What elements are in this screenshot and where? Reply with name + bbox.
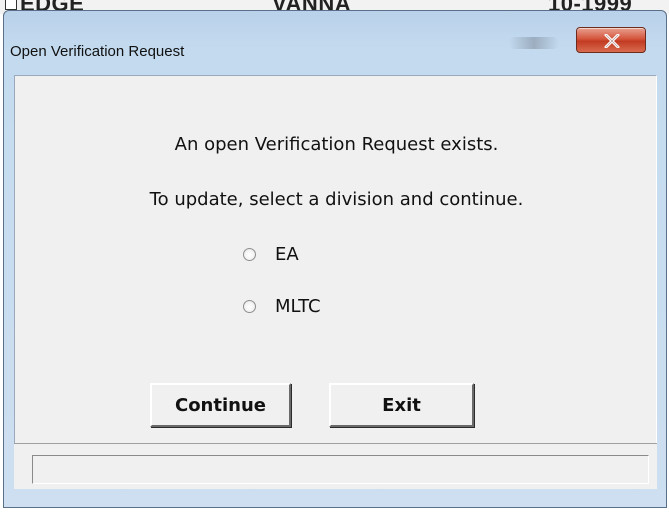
row-checkbox-icon: [5, 0, 17, 10]
exit-button[interactable]: Exit: [329, 383, 474, 427]
message-line-1: An open Verification Request exists.: [174, 134, 499, 155]
status-bar: [14, 443, 657, 489]
radio-label-ea[interactable]: EA: [275, 244, 299, 265]
radio-mltc[interactable]: [243, 299, 256, 313]
close-icon: [604, 34, 620, 48]
continue-button[interactable]: Continue: [150, 383, 291, 427]
division-option-ea[interactable]: EA: [243, 242, 299, 266]
division-option-mltc[interactable]: MLTC: [243, 294, 321, 318]
title-bar-blur: [509, 37, 559, 49]
message-line-2: To update, select a division and continu…: [149, 189, 524, 210]
background-bottom: [0, 508, 669, 518]
dialog-window: Open Verification Request An open Verifi…: [3, 10, 667, 508]
radio-label-mltc[interactable]: MLTC: [275, 296, 321, 317]
dialog-body: An open Verification Request exists. To …: [14, 75, 657, 443]
title-bar[interactable]: Open Verification Request: [4, 11, 666, 71]
status-panel: [32, 455, 649, 484]
dialog-title: Open Verification Request: [10, 43, 185, 60]
radio-ea[interactable]: [243, 247, 256, 261]
close-button[interactable]: [576, 27, 646, 53]
